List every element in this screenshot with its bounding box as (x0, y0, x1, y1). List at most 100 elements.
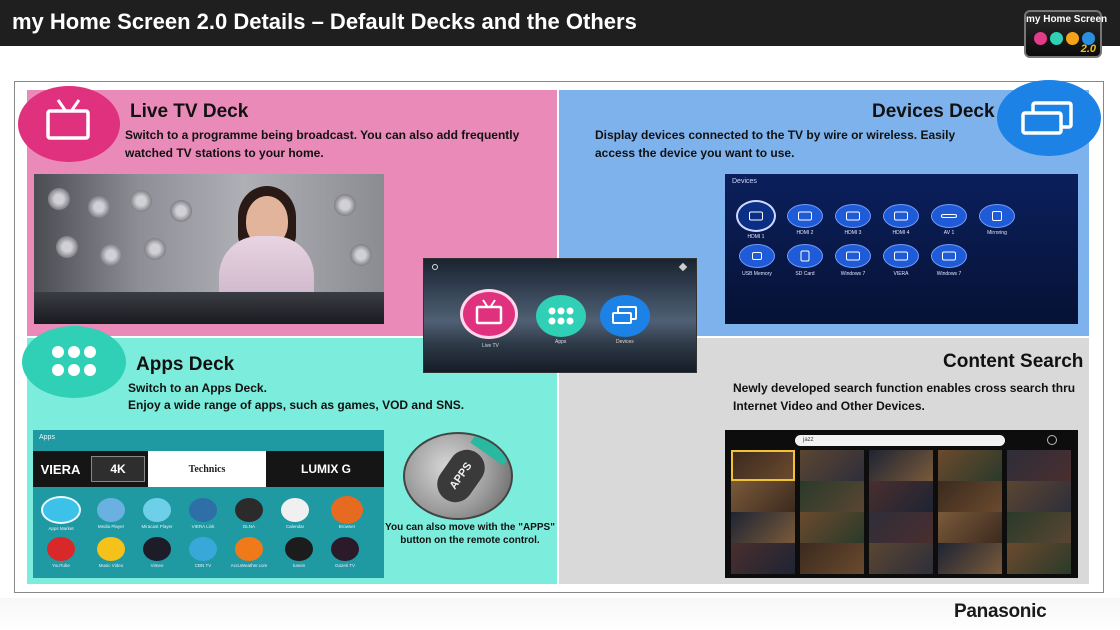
panasonic-logo: Panasonic (954, 601, 1047, 622)
apps-screen-title: Apps (39, 434, 55, 441)
device-viera-icon[interactable] (883, 244, 919, 268)
search-result-thumbnail[interactable] (1007, 481, 1071, 512)
search-result-thumbnail[interactable] (1007, 512, 1071, 543)
app-label: Calendar (285, 524, 305, 529)
content-search-heading: Content Search (943, 351, 1084, 372)
search-result-thumbnail[interactable] (1007, 450, 1071, 481)
vimeo-icon[interactable] (143, 537, 171, 561)
apps-description-line2: Enjoy a wide range of apps, such as game… (128, 398, 465, 412)
live-tv-circle-icon[interactable] (460, 289, 518, 339)
apps-circle-icon[interactable] (536, 295, 586, 337)
device-hdmi2-icon[interactable] (787, 204, 823, 228)
viera-link-icon[interactable] (189, 498, 217, 522)
search-result-thumbnail[interactable] (731, 543, 795, 574)
devices-heading: Devices Deck (872, 101, 995, 122)
app-label: Miracast Player (141, 524, 173, 529)
search-result-thumbnail[interactable] (800, 450, 864, 481)
newscaster-photo (34, 174, 384, 324)
browser-icon[interactable] (331, 496, 363, 524)
device-label: AV 1 (943, 230, 955, 236)
device-av1-icon[interactable] (931, 204, 967, 228)
search-result-thumbnail[interactable] (731, 450, 795, 481)
search-result-thumbnail[interactable] (800, 512, 864, 543)
brand-lumix[interactable]: LUMIX G (271, 451, 381, 487)
search-small-icon (432, 264, 438, 270)
music-video-icon[interactable] (97, 537, 125, 561)
slide: my Home Screen 2.0 Details – Default Dec… (0, 0, 1120, 630)
search-result-thumbnail[interactable] (869, 450, 933, 481)
center-label: Devices (616, 339, 634, 345)
youtube-icon[interactable] (47, 537, 75, 561)
logo-text: my Home Screen (1026, 14, 1108, 25)
center-label: Live TV (482, 343, 499, 349)
search-result-thumbnail[interactable] (869, 512, 933, 543)
devices-circle-icon[interactable] (600, 295, 650, 337)
devices-description: Display devices connected to the TV by w… (595, 128, 956, 160)
footer: Panasonic (0, 598, 1120, 630)
dlna-icon[interactable] (235, 498, 263, 522)
device-mirroring-icon[interactable] (979, 204, 1015, 228)
remote-control-image: APPS (403, 432, 513, 520)
search-icon[interactable] (1047, 435, 1057, 445)
brand-4k[interactable]: 4K (91, 456, 145, 482)
search-result-thumbnail[interactable] (938, 481, 1002, 512)
logo-dot-orange (1066, 32, 1079, 45)
logo-dot-teal (1050, 32, 1063, 45)
apps-market-icon[interactable] (41, 496, 81, 524)
search-input[interactable]: jazz (795, 435, 1005, 446)
search-result-thumbnail[interactable] (731, 481, 795, 512)
remote-apps-button[interactable]: APPS (430, 442, 492, 510)
app-label: Vimeo (150, 563, 164, 568)
device-label: USB Memory (742, 271, 772, 277)
app-label: Gazeti TV (335, 563, 355, 568)
search-result-thumbnail[interactable] (938, 450, 1002, 481)
search-result-thumbnail[interactable] (938, 512, 1002, 543)
search-results-screen: jazz (725, 430, 1078, 578)
gazeti-tv-icon[interactable] (331, 537, 359, 561)
search-result-thumbnail[interactable] (800, 543, 864, 574)
title-bar: my Home Screen 2.0 Details – Default Dec… (0, 0, 1120, 46)
search-result-thumbnail[interactable] (869, 481, 933, 512)
cbn-tv-icon[interactable] (189, 537, 217, 561)
device-hdmi1-icon[interactable] (736, 200, 776, 232)
tunein-icon[interactable] (285, 537, 313, 561)
device-usb-icon[interactable] (739, 244, 775, 268)
media-player-icon[interactable] (97, 498, 125, 522)
center-label: Apps (555, 339, 567, 345)
app-label: Apps Market (48, 526, 74, 531)
device-sdcard-icon[interactable] (787, 244, 823, 268)
apps-heading: Apps Deck (136, 354, 235, 375)
device-windows2-icon[interactable] (931, 244, 967, 268)
device-windows-icon[interactable] (835, 244, 871, 268)
logo-dot-pink (1034, 32, 1047, 45)
search-result-thumbnail[interactable] (800, 481, 864, 512)
device-label: Windows 7 (840, 271, 866, 277)
app-label: Media Player (97, 524, 125, 529)
settings-small-icon (678, 262, 688, 272)
brand-technics[interactable]: Technics (148, 451, 266, 487)
device-label: HDMI 2 (796, 230, 814, 236)
page-title: my Home Screen 2.0 Details – Default Dec… (12, 9, 637, 34)
device-label: HDMI 4 (892, 230, 910, 236)
app-label: Browser (338, 524, 356, 529)
brand-viera[interactable]: VIERA (33, 451, 88, 487)
accuweather-icon[interactable] (235, 537, 263, 561)
device-hdmi4-icon[interactable] (883, 204, 919, 228)
app-label: Music Video (98, 563, 124, 568)
miracast-player-icon[interactable] (143, 498, 171, 522)
search-result-thumbnail[interactable] (1007, 543, 1071, 574)
app-label: VIERA Link (191, 524, 215, 529)
device-hdmi3-icon[interactable] (835, 204, 871, 228)
app-label: CBN TV (194, 563, 212, 568)
apps-grid-icon (22, 326, 126, 398)
apps-brand-strip: VIERA 4K Technics LUMIX G (33, 451, 384, 487)
search-result-thumbnail[interactable] (938, 543, 1002, 574)
device-label: Mirroring (987, 230, 1007, 236)
calendar-icon[interactable] (281, 498, 309, 522)
content-search-description: Newly developed search function enables … (733, 381, 1076, 413)
search-result-thumbnail[interactable] (731, 512, 795, 543)
devices-screen-title: Devices (732, 178, 757, 185)
live-tv-description: Switch to a programme being broadcast. Y… (125, 128, 520, 160)
device-label: HDMI 3 (844, 230, 862, 236)
search-result-thumbnail[interactable] (869, 543, 933, 574)
